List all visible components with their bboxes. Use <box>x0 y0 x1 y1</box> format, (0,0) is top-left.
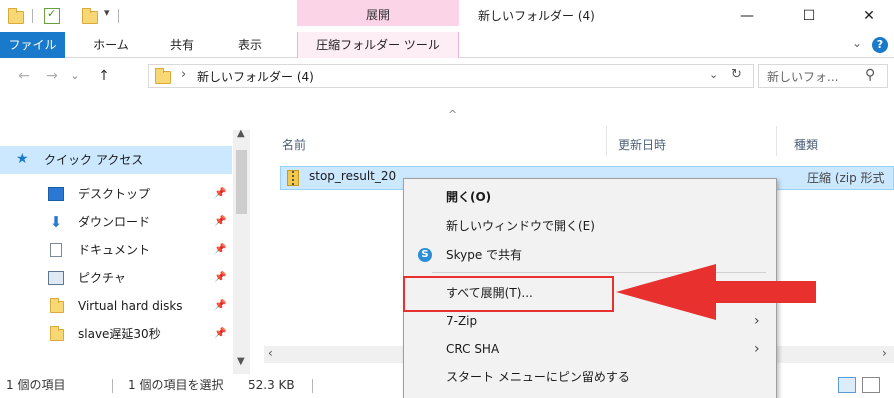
file-type: 圧縮 (zip 形式 <box>807 171 885 185</box>
folder-icon <box>50 326 64 341</box>
pin-icon[interactable]: 📌 <box>214 208 226 236</box>
menu-item-label: CRC SHA <box>446 342 500 356</box>
navigation-pane: ★ クイック アクセス デスクトップ 📌 ⬇ ダウンロード 📌 ドキュメント 📌… <box>0 130 264 374</box>
address-dropdown-icon[interactable]: ⌄ <box>709 68 718 81</box>
nav-item-label: デスクトップ <box>78 187 151 201</box>
column-divider[interactable] <box>606 126 607 156</box>
folder-icon <box>50 298 64 313</box>
tab-view[interactable]: 表示 <box>228 32 272 58</box>
pin-icon[interactable]: 📌 <box>214 292 226 320</box>
qat-separator-2 <box>118 9 119 23</box>
context-tab-header: 展開 <box>297 0 459 26</box>
pin-icon[interactable]: 📌 <box>214 320 226 348</box>
help-icon[interactable]: ? <box>872 37 888 53</box>
pin-icon[interactable]: 📌 <box>214 236 226 264</box>
menu-item-label: Skype で共有 <box>446 248 523 262</box>
nav-item-label: Virtual hard disks <box>78 299 183 313</box>
maximize-button[interactable]: ☐ <box>786 0 832 32</box>
scroll-up-icon[interactable]: ▲ <box>237 128 245 139</box>
menu-item-open[interactable]: 開く(O) <box>404 183 776 211</box>
up-button[interactable]: ↑ <box>92 60 116 92</box>
nav-item-desktop[interactable]: デスクトップ 📌 <box>0 180 232 208</box>
minimize-button[interactable]: — <box>724 0 770 32</box>
menu-item-open-new-window[interactable]: 新しいウィンドウで開く(E) <box>404 212 776 240</box>
status-divider <box>312 379 313 393</box>
zip-folder-icon <box>287 170 299 186</box>
pin-icon[interactable]: 📌 <box>214 264 226 292</box>
nav-item-downloads[interactable]: ⬇ ダウンロード 📌 <box>0 208 232 236</box>
skype-icon: S <box>418 248 432 262</box>
address-row: ← → ⌄ ↑ › 新しいフォルダー (4) ⌄ ↻ 新しいフォ... ⚲ <box>0 60 894 92</box>
file-name: stop_result_20 <box>309 169 397 183</box>
folder-icon <box>8 8 24 24</box>
selected-count: 1 個の項目を選択 <box>128 378 224 392</box>
scroll-down-icon[interactable]: ▼ <box>237 356 245 367</box>
refresh-icon[interactable]: ↻ <box>731 67 742 82</box>
star-icon: ★ <box>16 151 29 167</box>
nav-item-virtual-hard-disks[interactable]: Virtual hard disks 📌 <box>0 292 232 320</box>
column-header-name[interactable]: 名前 <box>282 132 582 158</box>
nav-quick-access[interactable]: ★ クイック アクセス <box>0 146 232 174</box>
nav-item-documents[interactable]: ドキュメント 📌 <box>0 236 232 264</box>
new-folder-icon[interactable] <box>82 8 98 24</box>
close-button[interactable]: ✕ <box>846 0 892 32</box>
status-divider <box>112 379 113 393</box>
window-title: 新しいフォルダー (4) <box>478 9 595 23</box>
nav-item-label: slave遅延30秒 <box>78 327 161 341</box>
properties-check-icon[interactable]: ✓ <box>44 7 60 24</box>
ribbon-expand-chevron-icon[interactable]: ⌄ <box>852 36 862 50</box>
ribbon-tabs: ファイル ホーム 共有 表示 圧縮フォルダー ツール ⌄ ? <box>0 32 894 58</box>
annotation-arrow-icon <box>616 264 816 320</box>
nav-item-slave[interactable]: slave遅延30秒 📌 <box>0 320 232 348</box>
menu-item-label: 新しいウィンドウで開く(E) <box>446 219 595 233</box>
item-count: 1 個の項目 <box>6 378 66 392</box>
tab-home[interactable]: ホーム <box>86 32 136 58</box>
forward-button[interactable]: → <box>40 60 64 92</box>
scroll-right-icon[interactable]: › <box>882 346 887 360</box>
folder-icon <box>155 68 171 84</box>
picture-icon <box>48 271 64 285</box>
column-header-date[interactable]: 更新日時 <box>618 132 778 158</box>
address-bar[interactable]: › 新しいフォルダー (4) ⌄ ↻ <box>148 64 754 88</box>
tab-file[interactable]: ファイル <box>0 32 65 58</box>
nav-item-label: ピクチャ <box>78 271 126 285</box>
menu-item-crc-sha[interactable]: CRC SHA › <box>404 335 776 363</box>
tab-share[interactable]: 共有 <box>160 32 204 58</box>
breadcrumb-current[interactable]: 新しいフォルダー (4) <box>197 68 314 85</box>
pin-icon[interactable]: 📌 <box>214 180 226 208</box>
nav-scrollbar-thumb[interactable] <box>236 150 247 214</box>
column-header-type[interactable]: 種類 <box>794 132 894 158</box>
tab-compressed-folder-tools[interactable]: 圧縮フォルダー ツール <box>297 32 459 58</box>
qat-separator <box>32 9 33 23</box>
column-divider[interactable] <box>776 126 777 156</box>
large-icons-view-icon[interactable] <box>862 377 880 393</box>
nav-quick-access-label: クイック アクセス <box>44 153 144 167</box>
desktop-icon <box>48 187 64 201</box>
recent-locations-button[interactable]: ⌄ <box>66 60 84 92</box>
nav-item-label: ダウンロード <box>78 215 151 229</box>
back-button[interactable]: ← <box>12 60 36 92</box>
qat-customize-dropdown[interactable]: ▾ <box>104 6 110 19</box>
document-icon <box>50 243 62 257</box>
highlight-box <box>403 276 614 312</box>
download-icon: ⬇ <box>49 213 63 231</box>
menu-item-label: 開く(O) <box>446 190 492 204</box>
menu-item-label: スタート メニューにピン留めする <box>446 370 630 384</box>
scroll-left-icon[interactable]: ‹ <box>268 346 273 360</box>
details-view-icon[interactable] <box>838 377 856 393</box>
search-input[interactable]: 新しいフォ... <box>767 68 838 85</box>
nav-item-label: ドキュメント <box>78 243 151 257</box>
selected-size: 52.3 KB <box>248 378 295 392</box>
search-box[interactable]: 新しいフォ... ⚲ <box>758 64 888 88</box>
breadcrumb-separator-icon[interactable]: › <box>181 67 186 82</box>
sort-indicator-icon: ^ <box>448 108 458 121</box>
title-bar: ✓ ▾ 展開 新しいフォルダー (4) — ☐ ✕ <box>0 0 894 32</box>
search-icon[interactable]: ⚲ <box>865 67 875 83</box>
nav-item-pictures[interactable]: ピクチャ 📌 <box>0 264 232 292</box>
menu-item-pin-to-start[interactable]: スタート メニューにピン留めする <box>404 363 776 391</box>
submenu-arrow-icon: › <box>754 341 760 357</box>
